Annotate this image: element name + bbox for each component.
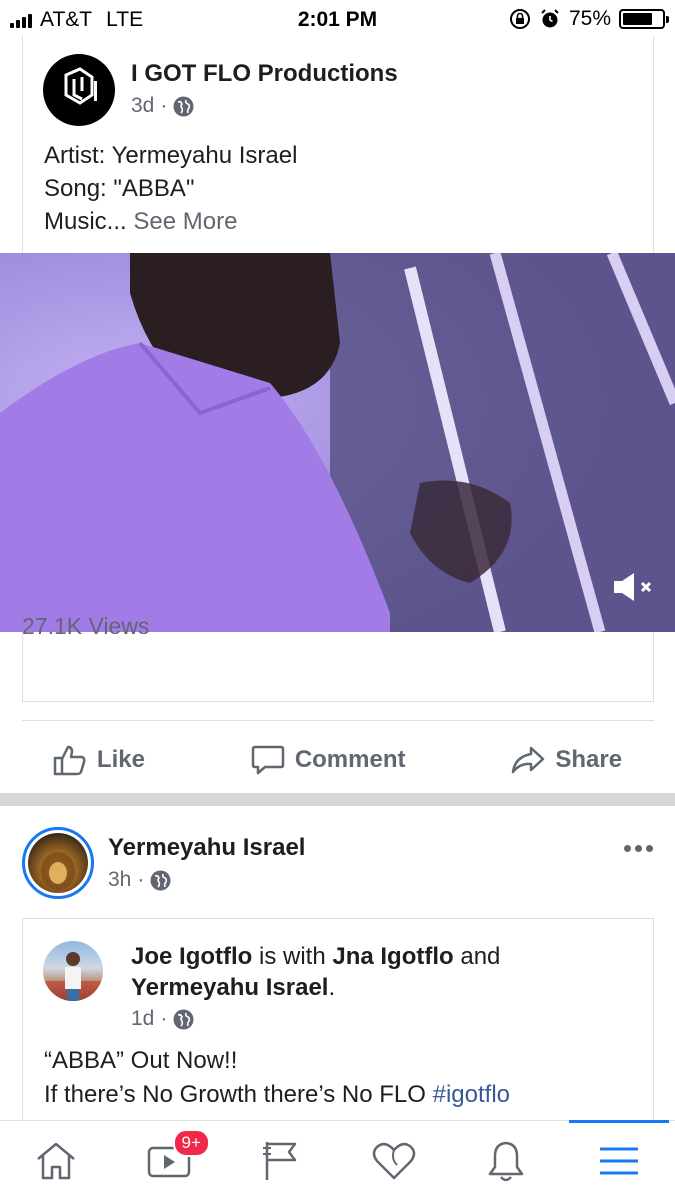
like-button[interactable]: Like <box>53 744 145 776</box>
video-views-count: 27.1K Views <box>22 613 150 639</box>
hashtag-link[interactable]: #igotflo <box>433 1081 510 1108</box>
page-avatar[interactable] <box>43 54 115 126</box>
shared-post-body: “ABBA” Out Now!! If there’s No Growth th… <box>44 1044 510 1112</box>
dating-heart-icon <box>372 1142 415 1179</box>
thumbs-up-icon <box>53 745 86 776</box>
post-author-name[interactable]: I GOT FLO Productions <box>131 60 398 88</box>
post-body: Artist: Yermeyahu Israel Song: "ABBA" Mu… <box>44 139 297 238</box>
comment-bubble-icon <box>251 745 285 775</box>
tab-home[interactable] <box>0 1121 113 1200</box>
tab-menu[interactable] <box>563 1120 675 1200</box>
see-more-link[interactable]: See More <box>133 208 237 235</box>
post-meta: 3d · <box>131 94 194 118</box>
bottom-tab-bar: 9+ <box>0 1120 675 1200</box>
post-meta: 3h · <box>108 868 171 892</box>
battery-percent: 75% <box>568 7 611 30</box>
igotflo-logo-icon <box>64 67 97 105</box>
rotation-lock-icon <box>509 9 530 29</box>
video-frame <box>0 253 675 632</box>
comment-button[interactable]: Comment <box>251 744 406 776</box>
battery-icon <box>619 9 669 29</box>
feed-separator <box>0 793 675 806</box>
shared-actor-name[interactable]: Joe Igotflo <box>131 943 252 970</box>
and-text: and <box>460 943 501 970</box>
home-icon <box>37 1142 76 1179</box>
notification-badge: 9+ <box>172 1129 210 1157</box>
with-text: is with <box>259 943 326 970</box>
meta-separator: · <box>160 94 168 117</box>
post-author-name[interactable]: Yermeyahu Israel <box>108 834 305 862</box>
notifications-bell-icon <box>489 1141 524 1181</box>
tab-watch[interactable]: 9+ <box>113 1121 226 1200</box>
tab-notifications[interactable] <box>450 1121 563 1200</box>
shared-post-line: If there’s No Growth there’s No FLO <box>44 1081 426 1108</box>
like-label: Like <box>96 746 145 773</box>
post-line: Music... <box>44 208 127 235</box>
profile-avatar[interactable] <box>22 827 94 899</box>
globe-icon <box>150 870 171 890</box>
status-bar: AT&T LTE 2:01 PM 75% <box>0 0 675 36</box>
tab-pages[interactable] <box>225 1121 338 1200</box>
post-timestamp[interactable]: 3d <box>131 94 154 118</box>
post-actions: Like Comment Share <box>0 730 675 790</box>
globe-icon <box>173 96 194 116</box>
shared-post-timestamp[interactable]: 1d <box>131 1007 154 1031</box>
shared-author-avatar[interactable] <box>43 941 103 1001</box>
alarm-icon <box>541 9 559 28</box>
meta-separator: · <box>137 868 145 891</box>
lion-avatar-image <box>28 833 88 893</box>
pages-flag-icon <box>263 1141 297 1180</box>
muted-speaker-icon[interactable] <box>612 571 662 603</box>
tab-dating[interactable] <box>338 1121 451 1200</box>
shared-post-line: “ABBA” Out Now!! <box>44 1047 238 1074</box>
divider <box>22 720 654 721</box>
comment-label: Comment <box>294 746 406 773</box>
tagged-name-2[interactable]: Yermeyahu Israel <box>131 974 328 1001</box>
shared-post-meta: 1d · <box>131 1007 194 1031</box>
meta-separator: · <box>160 1007 168 1030</box>
post-timestamp[interactable]: 3h <box>108 868 131 892</box>
shared-post-header: Joe Igotflo is with Jna Igotflo and Yerm… <box>131 941 631 1003</box>
share-button[interactable]: Share <box>511 745 622 775</box>
menu-icon <box>599 1147 638 1174</box>
tagged-name-1[interactable]: Jna Igotflo <box>332 943 453 970</box>
share-label: Share <box>555 746 623 773</box>
post-line: Artist: Yermeyahu Israel <box>44 142 298 169</box>
share-arrow-icon <box>512 746 545 774</box>
shared-post[interactable]: Joe Igotflo is with Jna Igotflo and Yerm… <box>22 918 654 1128</box>
video-player[interactable] <box>0 253 675 632</box>
post-line: Song: "ABBA" <box>44 175 195 202</box>
more-options-icon[interactable] <box>624 845 653 852</box>
globe-icon <box>173 1009 194 1029</box>
period-text: . <box>328 974 336 1001</box>
